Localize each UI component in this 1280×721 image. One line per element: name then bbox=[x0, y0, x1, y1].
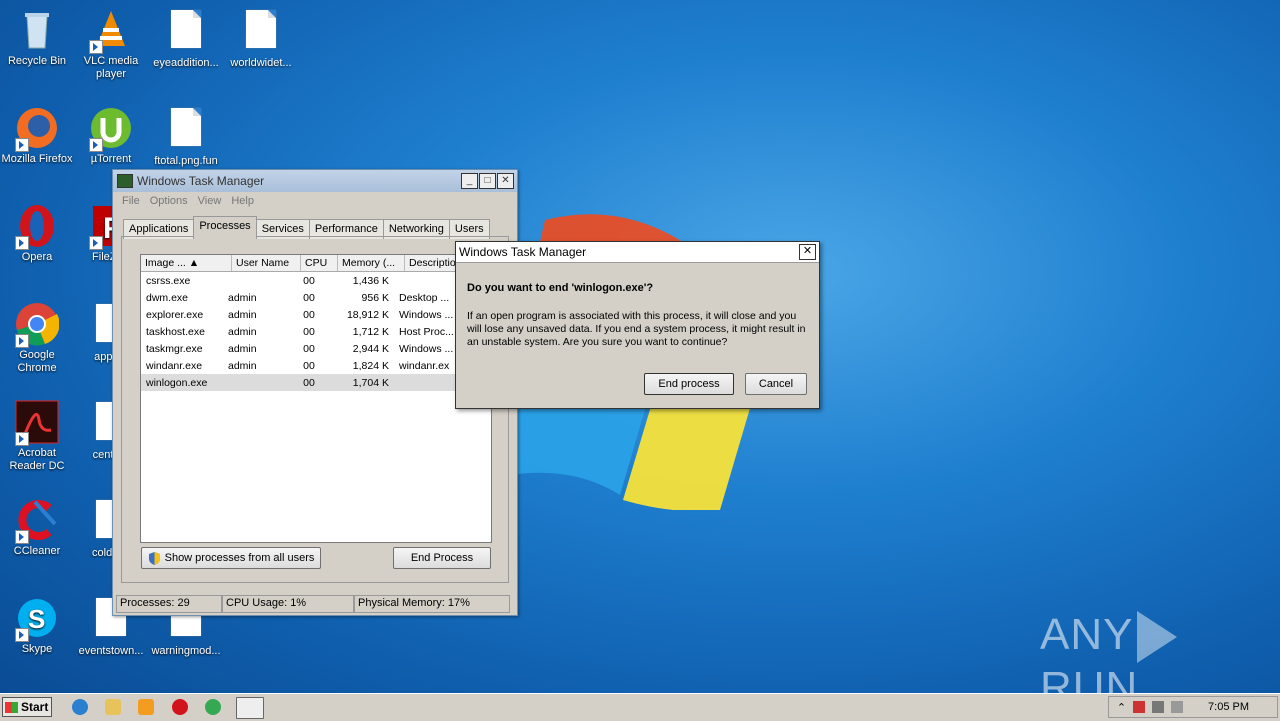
column-image-name[interactable]: Image ... ▲ bbox=[141, 255, 232, 271]
clock[interactable]: 7:05 PM bbox=[1208, 701, 1249, 713]
shortcut-arrow-icon bbox=[89, 236, 103, 250]
status-processes: Processes: 29 bbox=[116, 595, 222, 613]
maximize-button[interactable]: □ bbox=[479, 173, 496, 189]
title-bar[interactable]: Windows Task Manager _ □ ✕ bbox=[113, 170, 517, 192]
list-header: Image ... ▲ User Name CPU Memory (... De… bbox=[141, 255, 491, 272]
process-list[interactable]: Image ... ▲ User Name CPU Memory (... De… bbox=[140, 254, 492, 543]
show-all-processes-button[interactable]: Show processes from all users bbox=[141, 547, 321, 569]
menu-bar: File Options View Help bbox=[113, 192, 517, 210]
close-button[interactable]: ✕ bbox=[497, 173, 514, 189]
desktop-icon-vlc[interactable]: VLC media player bbox=[74, 8, 148, 81]
menu-help[interactable]: Help bbox=[226, 195, 259, 207]
taskmgr-icon[interactable] bbox=[236, 697, 264, 719]
shortcut-arrow-icon bbox=[15, 236, 29, 250]
ie-icon[interactable] bbox=[72, 699, 88, 715]
desktop-icon-ftotal[interactable]: ftotal.png.fun bbox=[149, 106, 223, 168]
tab-processes[interactable]: Processes bbox=[193, 216, 257, 239]
uac-shield-icon bbox=[148, 551, 160, 565]
shortcut-arrow-icon bbox=[15, 530, 29, 544]
taskbar: Start ⌃ 7:05 PM bbox=[0, 693, 1280, 721]
desktop-icon-chrome[interactable]: Google Chrome bbox=[0, 302, 74, 375]
volume-icon[interactable] bbox=[1171, 701, 1184, 713]
desktop-icon-eyeaddition[interactable]: eyeaddition... bbox=[149, 8, 223, 70]
table-row[interactable]: taskhost.exe admin 00 1,712 K Host Proc... bbox=[141, 323, 491, 340]
column-cpu[interactable]: CPU bbox=[301, 255, 338, 271]
task-manager-icon bbox=[117, 174, 133, 188]
media-player-icon[interactable] bbox=[138, 699, 154, 715]
table-row[interactable]: dwm.exe admin 00 956 K Desktop ... bbox=[141, 289, 491, 306]
end-process-dialog: Windows Task Manager ✕ Do you want to en… bbox=[455, 241, 820, 409]
confirm-end-process-button[interactable]: End process bbox=[644, 373, 734, 395]
desktop-icon-worldwidet[interactable]: worldwidet... bbox=[224, 8, 298, 70]
chrome-icon[interactable] bbox=[205, 699, 221, 715]
shortcut-arrow-icon bbox=[15, 138, 29, 152]
show-hidden-icons-icon[interactable]: ⌃ bbox=[1117, 701, 1126, 714]
dialog-question: Do you want to end 'winlogon.exe'? bbox=[467, 282, 654, 294]
desktop-icon-recycle-bin[interactable]: Recycle Bin bbox=[0, 8, 74, 68]
status-cpu: CPU Usage: 1% bbox=[222, 595, 354, 613]
menu-file[interactable]: File bbox=[117, 195, 145, 207]
dialog-title-bar[interactable]: Windows Task Manager ✕ bbox=[456, 242, 819, 263]
end-process-button[interactable]: End Process bbox=[393, 547, 491, 569]
window-title: Windows Task Manager bbox=[137, 174, 265, 188]
table-row[interactable]: windanr.exe admin 00 1,824 Kwindanr.ex bbox=[141, 357, 491, 374]
shortcut-arrow-icon bbox=[89, 138, 103, 152]
table-row[interactable]: csrss.exe 00 1,436 K bbox=[141, 272, 491, 289]
opera-icon[interactable] bbox=[172, 699, 188, 715]
column-memory[interactable]: Memory (... bbox=[338, 255, 405, 271]
desktop-icon-skype[interactable]: S Skype bbox=[0, 596, 74, 656]
desktop-icon-opera[interactable]: Opera bbox=[0, 204, 74, 264]
watermark: ANYRUN bbox=[1040, 610, 1240, 712]
minimize-button[interactable]: _ bbox=[461, 173, 478, 189]
shortcut-arrow-icon bbox=[15, 334, 29, 348]
desktop-icon-utorrent[interactable]: µTorrent bbox=[74, 106, 148, 166]
explorer-icon[interactable] bbox=[105, 699, 121, 715]
shortcut-arrow-icon bbox=[15, 432, 29, 446]
network-icon[interactable] bbox=[1152, 701, 1165, 713]
shortcut-arrow-icon bbox=[15, 628, 29, 642]
table-row[interactable]: taskmgr.exe admin 00 2,944 K Windows ... bbox=[141, 340, 491, 357]
menu-view[interactable]: View bbox=[193, 195, 227, 207]
status-memory: Physical Memory: 17% bbox=[354, 595, 510, 613]
desktop-icon-firefox[interactable]: Mozilla Firefox bbox=[0, 106, 74, 166]
dialog-close-button[interactable]: ✕ bbox=[799, 244, 816, 260]
file-icon bbox=[171, 108, 201, 146]
recycle-bin-icon bbox=[25, 13, 49, 49]
table-row-selected[interactable]: winlogon.exe 00 1,704 K bbox=[141, 374, 491, 391]
menu-options[interactable]: Options bbox=[145, 195, 193, 207]
svg-text:S: S bbox=[28, 604, 45, 634]
action-center-icon[interactable] bbox=[1133, 701, 1146, 713]
play-icon bbox=[1137, 611, 1178, 664]
shortcut-arrow-icon bbox=[89, 40, 103, 54]
status-bar: Processes: 29 CPU Usage: 1% Physical Mem… bbox=[116, 595, 510, 613]
cancel-button[interactable]: Cancel bbox=[745, 373, 807, 395]
dialog-message: If an open program is associated with th… bbox=[467, 310, 806, 348]
dialog-title: Windows Task Manager bbox=[459, 245, 587, 259]
file-icon bbox=[246, 10, 276, 48]
desktop-icon-ccleaner[interactable]: CCleaner bbox=[0, 498, 74, 558]
system-tray: ⌃ 7:05 PM bbox=[1107, 696, 1278, 718]
table-row[interactable]: explorer.exe admin 00 18,912 K Windows ... bbox=[141, 306, 491, 323]
start-button[interactable]: Start bbox=[2, 697, 52, 717]
file-icon bbox=[171, 10, 201, 48]
windows-flag-icon bbox=[5, 701, 18, 713]
column-user-name[interactable]: User Name bbox=[232, 255, 301, 271]
desktop-icon-acrobat[interactable]: Acrobat Reader DC bbox=[0, 400, 74, 473]
